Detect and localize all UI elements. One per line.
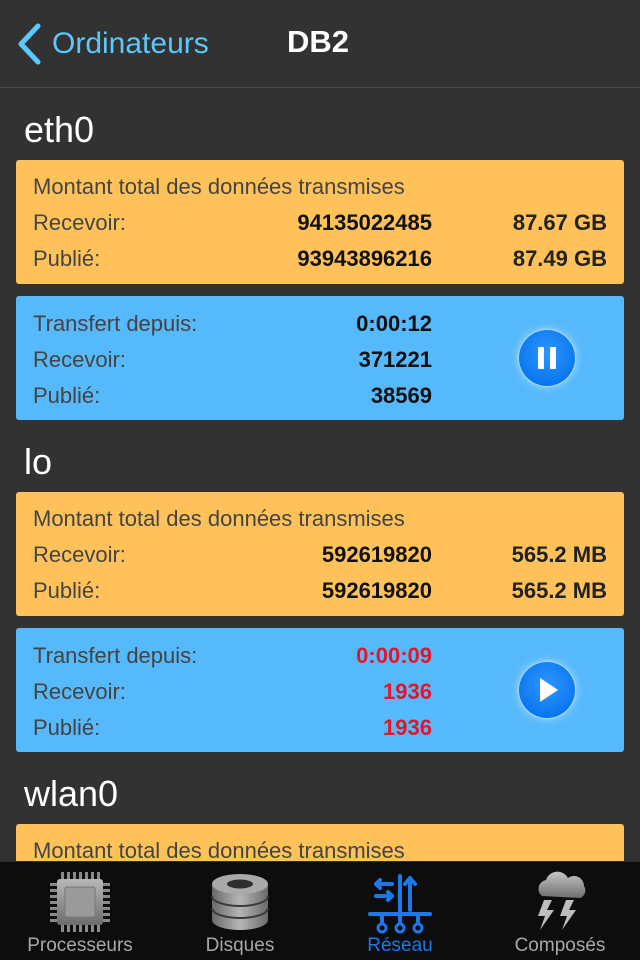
tab-processeurs[interactable]: Processeurs [0, 862, 160, 960]
tab-label: Réseau [367, 935, 433, 956]
totals-card-eth0: Montant total des données transmises Rec… [16, 160, 624, 284]
sent-label: Publié: [33, 578, 101, 603]
tab-disques[interactable]: Disques [160, 862, 320, 960]
sent-label: Publié: [33, 246, 101, 271]
totals-title: Montant total des données transmises [33, 506, 405, 531]
transfer-since-value: 0:00:09 [356, 643, 432, 668]
disk-stack-icon [211, 874, 269, 930]
play-button[interactable] [519, 662, 575, 718]
tab-reseau[interactable]: Réseau [320, 862, 480, 960]
transfer-sent-value: 1936 [383, 715, 432, 740]
transfer-since-value: 0:00:12 [356, 311, 432, 336]
tab-label: Composés [514, 935, 606, 956]
tab-composes[interactable]: Composés [480, 862, 640, 960]
page-title: DB2 [287, 24, 350, 59]
transfer-sent-label: Publié: [33, 383, 101, 408]
chevron-left-icon [14, 22, 48, 66]
receive-size: 87.67 GB [512, 210, 607, 235]
transfer-card-eth0: Transfert depuis: 0:00:12 Recevoir: 3712… [16, 296, 624, 420]
navigation-bar: Ordinateurs DB2 [0, 0, 640, 88]
tab-label: Processeurs [27, 935, 133, 956]
receive-size: 565.2 MB [511, 542, 607, 567]
interface-title-lo: lo [24, 441, 53, 482]
totals-card-lo: Montant total des données transmises Rec… [16, 492, 624, 616]
tab-bar: Processeurs Disques Réseau Composés [0, 861, 640, 960]
transfer-receive-label: Recevoir: [33, 679, 126, 704]
back-button-label: Ordinateurs [52, 27, 209, 60]
play-icon [540, 678, 558, 702]
transfer-since-label: Transfert depuis: [33, 643, 198, 668]
receive-bytes: 592619820 [321, 542, 432, 567]
interface-title-eth0: eth0 [24, 109, 95, 150]
transfer-since-label: Transfert depuis: [33, 311, 198, 336]
sent-size: 565.2 MB [511, 578, 607, 603]
sent-size: 87.49 GB [512, 246, 607, 271]
totals-card-wlan0: Montant total des données transmises [16, 824, 624, 861]
receive-label: Recevoir: [33, 210, 126, 235]
cpu-chip-icon [50, 872, 110, 932]
transfer-receive-label: Recevoir: [33, 347, 126, 372]
receive-bytes: 94135022485 [297, 210, 432, 235]
totals-title: Montant total des données transmises [33, 838, 405, 861]
interface-title-wlan0: wlan0 [24, 773, 119, 814]
totals-title: Montant total des données transmises [33, 174, 405, 199]
network-switch-icon [368, 874, 432, 934]
transfer-receive-value: 371221 [358, 347, 432, 372]
pause-button[interactable] [519, 330, 575, 386]
transfer-sent-label: Publié: [33, 715, 101, 740]
storm-cloud-icon [538, 871, 586, 930]
interfaces-list[interactable]: eth0 Montant total des données transmise… [0, 89, 640, 861]
transfer-sent-value: 38569 [370, 383, 432, 408]
tab-label: Disques [205, 935, 275, 956]
transfer-receive-value: 1936 [383, 679, 432, 704]
sent-bytes: 592619820 [321, 578, 432, 603]
pause-icon [538, 347, 556, 369]
receive-label: Recevoir: [33, 542, 126, 567]
transfer-card-lo: Transfert depuis: 0:00:09 Recevoir: 1936… [16, 628, 624, 752]
back-button[interactable]: Ordinateurs [14, 22, 209, 66]
sent-bytes: 93943896216 [297, 246, 432, 271]
